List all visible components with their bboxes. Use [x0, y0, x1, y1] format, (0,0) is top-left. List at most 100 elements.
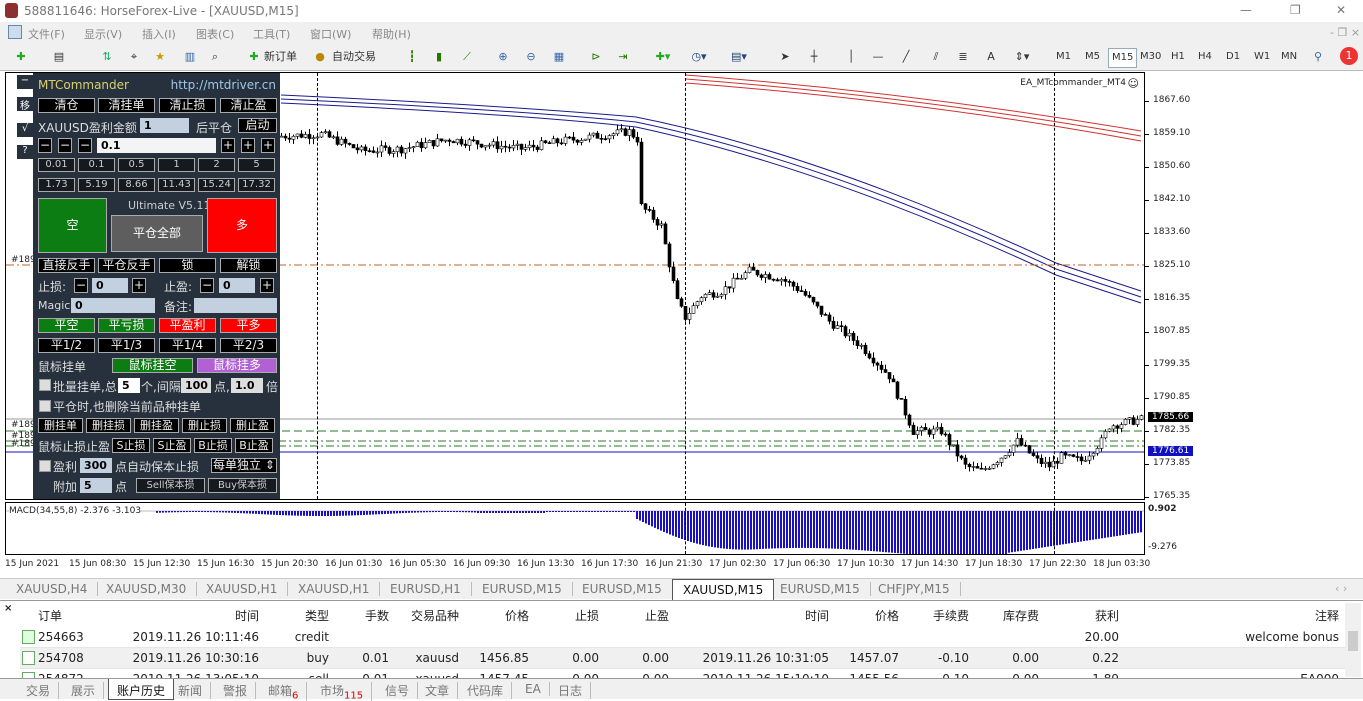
- table-row[interactable]: 254708 2019.11.26 10:30:16 buy 0.01 xauusd 14…: [20, 648, 1345, 669]
- close-half-button[interactable]: 平1/2: [38, 338, 95, 353]
- templates-icon[interactable]: ▤▾: [728, 47, 750, 67]
- candlestick-icon[interactable]: ▮: [430, 47, 448, 67]
- tf-h1[interactable]: H1: [1168, 48, 1188, 66]
- strategy-tester-icon[interactable]: ⌕: [205, 47, 225, 67]
- tf-mn[interactable]: MN: [1278, 48, 1300, 66]
- column-header[interactable]: 注释: [1125, 607, 1339, 624]
- side-tool-check[interactable]: √: [17, 123, 33, 137]
- lot-decrease-button[interactable]: −: [78, 138, 92, 153]
- lot-preset-button[interactable]: 5: [238, 158, 275, 172]
- terminal-tab[interactable]: 邮箱6: [260, 682, 308, 701]
- horizontal-line-icon[interactable]: —: [870, 47, 886, 67]
- close-sell-button[interactable]: 平空: [38, 318, 95, 333]
- close-losing-button[interactable]: 平亏损: [98, 318, 155, 333]
- line-chart-icon[interactable]: ⟋: [458, 47, 476, 67]
- equidistant-channel-icon[interactable]: ⫽: [928, 47, 944, 67]
- mouse-sltp-button[interactable]: B止盈: [235, 438, 273, 453]
- fibonacci-icon[interactable]: ≣: [955, 47, 971, 67]
- new-order-button[interactable]: 新订单: [264, 47, 297, 67]
- tf-w1[interactable]: W1: [1251, 48, 1273, 66]
- lot-preset-button[interactable]: 0.1: [78, 158, 115, 172]
- periods-icon[interactable]: ◷▾: [688, 47, 710, 67]
- lot-increase-button[interactable]: +: [261, 138, 275, 153]
- text-icon[interactable]: A: [983, 47, 999, 67]
- maximize-button[interactable]: ❐: [1290, 3, 1301, 17]
- column-header[interactable]: 交易品种: [395, 607, 459, 624]
- mouse-sltp-button[interactable]: S止盈: [153, 438, 191, 453]
- zoom-out-icon[interactable]: ⊖: [522, 47, 540, 67]
- column-header[interactable]: 手数: [335, 607, 389, 624]
- lock-button[interactable]: 锁: [159, 258, 216, 273]
- bar-chart-icon[interactable]: ┇: [403, 47, 421, 67]
- terminal-icon[interactable]: ▥: [180, 47, 200, 67]
- chart-tab[interactable]: XAUUSD,M30: [96, 582, 198, 596]
- minimize-button[interactable]: —: [1240, 3, 1252, 17]
- menu-window[interactable]: 窗口(W): [310, 26, 351, 42]
- tp-input[interactable]: 0: [219, 278, 255, 293]
- clear-pending-button[interactable]: 清挂单: [98, 98, 155, 113]
- close-all-button[interactable]: 平仓全部: [111, 215, 203, 252]
- close-terminal-icon[interactable]: ×: [4, 603, 12, 614]
- side-tool-move[interactable]: 移: [17, 97, 33, 112]
- chart-tab[interactable]: XAUUSD,H4: [6, 582, 99, 596]
- auto-trade-button[interactable]: 自动交易: [332, 47, 376, 67]
- terminal-tab[interactable]: 市场115: [312, 682, 373, 701]
- tf-h4[interactable]: H4: [1195, 48, 1215, 66]
- unlock-button[interactable]: 解锁: [220, 258, 277, 273]
- side-tool-help[interactable]: ?: [17, 145, 33, 159]
- side-tool-collapse[interactable]: −: [17, 75, 33, 89]
- column-header[interactable]: 时间: [675, 607, 829, 624]
- column-header[interactable]: 止损: [535, 607, 599, 624]
- amount-preset-button[interactable]: 11.43: [158, 178, 195, 192]
- buy-button[interactable]: 多: [207, 198, 277, 253]
- menu-file[interactable]: 文件(F): [28, 26, 65, 42]
- lot-preset-button[interactable]: 0.5: [118, 158, 155, 172]
- close-button[interactable]: ✕: [1336, 3, 1346, 17]
- column-header[interactable]: 订单: [38, 607, 62, 624]
- amount-preset-button[interactable]: 8.66: [118, 178, 155, 192]
- sl-input[interactable]: 0: [92, 278, 128, 293]
- buy-breakeven-button[interactable]: Buy保本损: [208, 478, 277, 493]
- tab-scroll-arrows[interactable]: ‹ ›: [1335, 582, 1347, 595]
- market-watch-icon[interactable]: ⇅: [97, 47, 117, 67]
- terminal-tab[interactable]: 新闻: [170, 682, 212, 699]
- close-reverse-button[interactable]: 平仓反手: [98, 258, 155, 273]
- column-header[interactable]: 库存费: [975, 607, 1039, 624]
- chart-tab[interactable]: XAUUSD,M15: [672, 579, 775, 600]
- amount-preset-button[interactable]: 17.32: [238, 178, 275, 192]
- batch-gap-input[interactable]: 100: [181, 378, 211, 393]
- lot-size-input[interactable]: 0.1: [97, 138, 216, 153]
- table-row[interactable]: 254663 2019.11.26 10:11:46 credit 20.00 welc…: [20, 627, 1345, 648]
- close-quarter-button[interactable]: 平1/4: [159, 338, 216, 353]
- delete-order-button[interactable]: 删挂单: [38, 418, 83, 433]
- delete-order-button[interactable]: 删挂损: [86, 418, 131, 433]
- terminal-tab[interactable]: 展示: [63, 682, 105, 699]
- mouse-buy-pending-button[interactable]: 鼠标挂多: [197, 358, 277, 373]
- comment-input[interactable]: [194, 298, 277, 313]
- new-chart-icon[interactable]: ✚: [10, 47, 32, 67]
- mouse-sltp-button[interactable]: B止损: [194, 438, 232, 453]
- column-header[interactable]: 类型: [265, 607, 329, 624]
- price-axis[interactable]: 1867.60 1859.10 1850.60 1842.10 1833.60 1825.…: [1144, 72, 1363, 572]
- tf-m1[interactable]: M1: [1053, 48, 1074, 66]
- amount-preset-button[interactable]: 5.19: [78, 178, 115, 192]
- chart-tab[interactable]: EURUSD,H1: [380, 582, 472, 596]
- chart-tab[interactable]: XAUUSD,H1: [196, 582, 289, 596]
- add-points-input[interactable]: 5: [80, 478, 112, 493]
- delete-order-button[interactable]: 删止盈: [230, 418, 275, 433]
- sell-breakeven-button[interactable]: Sell保本损: [136, 478, 205, 493]
- notification-badge[interactable]: 1: [1340, 47, 1358, 65]
- tp-decrease-button[interactable]: −: [200, 278, 214, 293]
- chart-tab[interactable]: XAUUSD,H1: [288, 582, 381, 596]
- chart-tab[interactable]: EURUSD,M15: [572, 582, 673, 596]
- indicators-icon[interactable]: ✚▾: [652, 47, 674, 67]
- tf-m30[interactable]: M30: [1137, 48, 1164, 66]
- close-buy-button[interactable]: 平多: [220, 318, 277, 333]
- close-two-thirds-button[interactable]: 平2/3: [220, 338, 277, 353]
- menu-view[interactable]: 显示(V): [84, 26, 122, 42]
- terminal-tab[interactable]: 信号: [377, 682, 419, 699]
- batch-multiplier-input[interactable]: 1.0: [231, 378, 263, 393]
- column-header[interactable]: 价格: [465, 607, 529, 624]
- sl-increase-button[interactable]: +: [132, 278, 146, 293]
- clear-all-button[interactable]: 清仓: [38, 98, 95, 113]
